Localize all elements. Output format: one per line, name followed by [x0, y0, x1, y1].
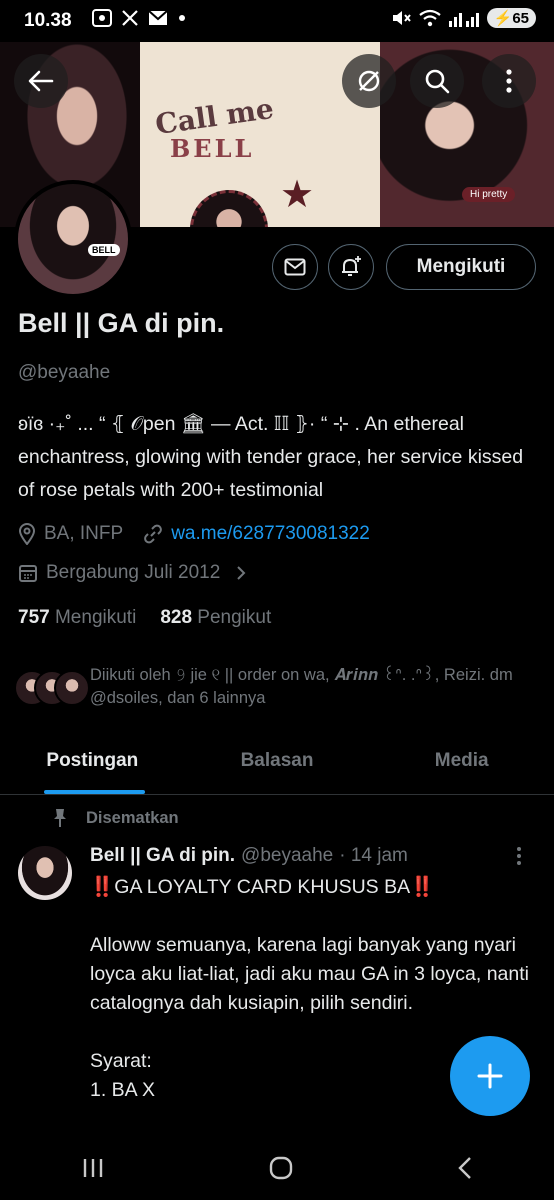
profile-bio: ʚïɞ ·₊˚ ... “ ⦃ 𝒪pen 🏛 — Act. 𝕀𝕀 ⦄· “ ⊹ … [18, 413, 524, 501]
link-icon [144, 524, 163, 544]
more-vertical-icon [506, 69, 512, 93]
post-more-button[interactable] [516, 846, 522, 871]
follow-counts: 757 Mengikuti 828 Pengikut [18, 607, 271, 629]
more-vertical-icon [517, 847, 521, 865]
system-navigation-bar [0, 1136, 554, 1200]
plus-icon [477, 1063, 503, 1089]
banner-ribbon-text: Hi pretty [462, 187, 516, 202]
profile-meta-row: BA, INFP wa.me/6287730081322 [18, 523, 370, 545]
more-options-button[interactable] [482, 54, 536, 108]
star-decoration-icon: ★ [280, 174, 315, 216]
banner-bell-text: BELL [170, 134, 255, 163]
following-count: 757 [18, 607, 50, 628]
status-time: 10.38 [24, 10, 72, 31]
screenshot-icon [92, 9, 112, 27]
search-button[interactable] [410, 54, 464, 108]
search-icon [425, 69, 450, 94]
battery-level: 65 [512, 10, 529, 27]
wifi-icon [418, 9, 441, 27]
battery-icon: ⚡65 [486, 8, 536, 28]
home-icon[interactable] [268, 1155, 294, 1181]
post-author-handle: @beyaahe [241, 845, 334, 866]
grok-analyze-button[interactable] [342, 54, 396, 108]
tab-label: Media [434, 750, 489, 771]
x-icon [122, 10, 138, 26]
followers-label: Pengikut [197, 607, 272, 628]
profile-joined: Bergabung Juli 2012 [46, 562, 221, 583]
following-button[interactable]: Mengikuti [386, 244, 536, 290]
tab-media[interactable]: Media [369, 740, 554, 794]
pinned-label-row: Disematkan [52, 808, 179, 828]
grok-icon [358, 70, 380, 92]
post-header: Bell || GA di pin. @beyaahe · 14 jam [90, 845, 408, 867]
envelope-icon [284, 258, 306, 276]
profile-handle: @beyaahe [18, 362, 111, 383]
back-button[interactable] [14, 54, 68, 108]
profile-name: Bell || GA di pin. [18, 308, 225, 338]
mute-icon [392, 11, 411, 25]
arrow-left-icon [28, 70, 54, 92]
message-button[interactable] [272, 244, 318, 290]
tab-label: Balasan [240, 750, 314, 771]
followers-count-link[interactable]: 828 Pengikut [160, 607, 271, 629]
follower-avatar [54, 670, 90, 706]
mail-icon [148, 10, 168, 25]
following-label: Mengikuti [54, 607, 137, 628]
followed-by-text[interactable]: Diikuti oleh 𝟿 jie ୧ || order on wa, 𝑨𝒓𝒊… [90, 664, 530, 710]
chevron-right-icon [237, 566, 246, 580]
pinned-label: Disematkan [86, 808, 179, 827]
profile-tabs: Postingan Balasan Media [0, 740, 554, 795]
back-nav-icon[interactable] [457, 1156, 473, 1180]
followed-by-avatars[interactable] [14, 670, 90, 706]
location-icon [18, 523, 36, 545]
avatar-caption: BELL [88, 244, 120, 256]
profile-joined-row[interactable]: Bergabung Juli 2012 [18, 562, 246, 584]
bell-plus-icon [342, 256, 361, 276]
post-author-name[interactable]: Bell || GA di pin. [90, 845, 235, 867]
post-time: · 14 jam [339, 845, 408, 866]
compose-post-button[interactable] [450, 1036, 530, 1116]
post-author-avatar[interactable] [18, 846, 72, 900]
status-notification-icons [92, 9, 186, 27]
tab-posts[interactable]: Postingan [0, 740, 185, 794]
followers-count: 828 [160, 607, 193, 628]
active-tab-indicator [44, 790, 145, 794]
notifications-button[interactable] [328, 244, 374, 290]
recent-apps-icon[interactable] [81, 1157, 105, 1179]
signal-icon [448, 13, 479, 27]
tab-label: Postingan [46, 750, 139, 771]
dot-icon [179, 15, 185, 21]
calendar-icon [19, 565, 37, 582]
profile-avatar[interactable]: BELL [14, 180, 132, 298]
following-count-link[interactable]: 757 Mengikuti [18, 607, 136, 629]
profile-location: BA, INFP [44, 523, 124, 544]
pin-icon [54, 809, 66, 827]
profile-link[interactable]: wa.me/6287730081322 [171, 523, 370, 545]
tab-replies[interactable]: Balasan [185, 740, 370, 794]
status-system-icons: ⚡65 [391, 8, 536, 28]
